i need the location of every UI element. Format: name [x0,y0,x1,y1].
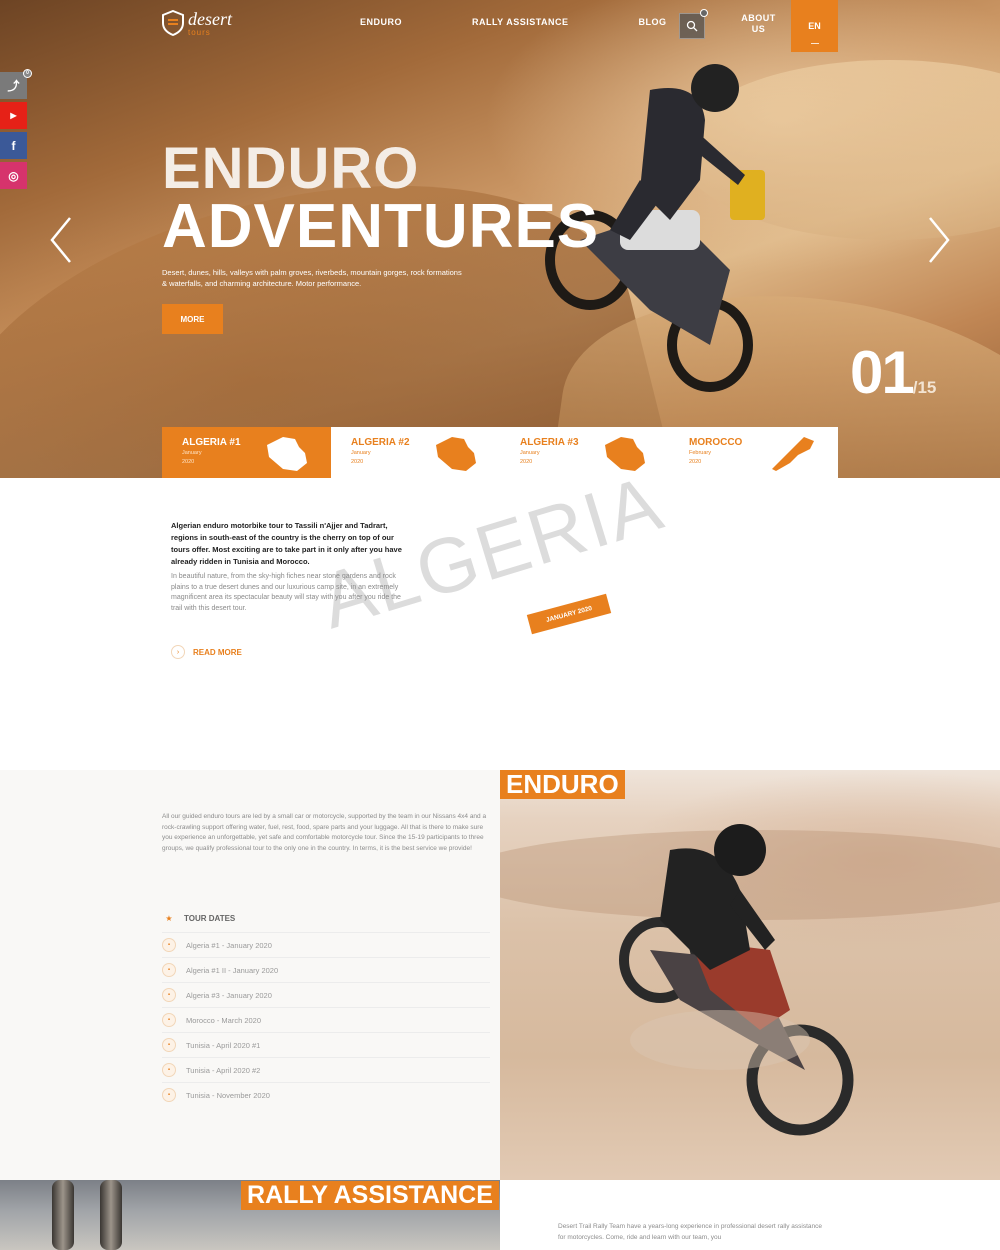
algeria-map-icon [436,437,476,471]
tour-date-text: Tunisia - April 2020 #2 [186,1065,261,1075]
enduro-section-title: ENDURO [500,770,625,799]
facebook-button[interactable]: f [0,132,27,159]
search-button[interactable] [679,9,708,39]
tour-date-item[interactable]: ▪ Algeria #1 - January 2020 [162,932,490,957]
enduro-description: All our guided enduro tours are led by a… [162,813,487,852]
calendar-icon: ▪ [162,1063,176,1077]
chevron-left-icon[interactable] [46,215,76,265]
tour-date-item[interactable]: ▪ Algeria #1 II - January 2020 [162,957,490,982]
hero-title-line1: ENDURO [162,136,420,201]
star-icon: ★ [165,913,173,923]
exhaust-pipe [100,1180,122,1250]
chevron-right-icon[interactable] [924,215,954,265]
tour-dates-label: TOUR DATES [184,913,236,923]
tour-date-text: Tunisia - November 2020 [186,1090,270,1100]
nav-item-rally-assistance[interactable]: RALLY ASSISTANCE [472,17,569,35]
site-logo[interactable]: desert tours [162,10,232,37]
search-icon [686,20,698,32]
language-selector[interactable]: EN [791,0,838,52]
tour-tabs: ALGERIA #1 January 2020 ALGERIA #2 Janua… [162,427,838,478]
instagram-icon: ◎ [8,168,19,183]
share-icon: ⤴ [7,79,20,93]
hero-description: Desert, dunes, hills, valleys with palm … [162,268,462,288]
tour-dates-heading: ★ TOUR DATES [162,908,490,928]
nav-item-enduro[interactable]: ENDURO [360,17,402,35]
tour-date-item[interactable]: ▪ Tunisia - April 2020 #1 [162,1032,490,1057]
tour-date-text: Algeria #1 II - January 2020 [186,965,279,975]
intro-body-text: In beautiful nature, from the sky-high f… [171,573,401,612]
calendar-icon: ▪ [162,1088,176,1102]
slide-counter-current: 01 [850,339,915,406]
social-sidebar: ⤴ 0 ▶ f ◎ [0,69,32,192]
exhaust-pipe [52,1180,74,1250]
rally-section-title: RALLY ASSISTANCE [241,1181,499,1210]
site-header: desert tours ENDURO RALLY ASSISTANCE BLO… [0,0,1000,52]
hero-title-line2: ADVENTURES [162,192,600,261]
nav-item-about-us[interactable]: ABOUT US [737,13,781,35]
tour-date-text: Algeria #1 - January 2020 [186,940,272,950]
calendar-icon: ▪ [162,988,176,1002]
calendar-icon: ▪ [162,963,176,977]
notification-dot [700,9,708,17]
tour-dates-list: ▪ Algeria #1 - January 2020 ▪ Algeria #1 I… [162,932,490,1107]
hero-slider: desert tours ENDURO RALLY ASSISTANCE BLO… [0,0,1000,478]
tab-morocco[interactable]: MOROCCO February 2020 [669,427,838,478]
logo-subtitle: tours [188,28,211,37]
tab-algeria-1[interactable]: ALGERIA #1 January 2020 [162,427,331,478]
share-button[interactable]: ⤴ 0 [0,69,32,99]
share-count: 0 [23,69,32,78]
facebook-icon: f [11,138,16,153]
arrow-right-icon: › [171,645,185,659]
read-more-link[interactable]: › READ MORE [171,645,242,659]
calendar-icon: ▪ [162,1038,176,1052]
hero-more-button[interactable]: MORE [162,304,223,334]
logo-wordmark: desert [188,9,232,29]
morocco-map-icon [772,437,814,471]
read-more-label: READ MORE [193,647,242,657]
main-nav: ENDURO RALLY ASSISTANCE BLOG ABOUT US [360,13,851,35]
tour-date-item[interactable]: ▪ Tunisia - April 2020 #2 [162,1057,490,1082]
tour-date-item[interactable]: ▪ Morocco - March 2020 [162,1007,490,1032]
tour-date-item[interactable]: ▪ Algeria #3 - January 2020 [162,982,490,1007]
shield-logo-icon [162,10,184,36]
algeria-map-icon [267,437,307,471]
calendar-icon: ▪ [162,1013,176,1027]
tour-date-text: Tunisia - April 2020 #1 [186,1040,261,1050]
tour-date-item[interactable]: ▪ Tunisia - November 2020 [162,1082,490,1107]
tour-date-text: Algeria #3 - January 2020 [186,990,272,1000]
tour-date-text: Morocco - March 2020 [186,1015,262,1025]
enduro-rider-image [619,824,854,1136]
rally-description: Desert Trail Rally Team have a years-lon… [558,1223,822,1241]
nav-item-blog[interactable]: BLOG [639,17,667,35]
intro-lead-text: Algerian enduro motorbike tour to Tassil… [171,521,402,566]
tab-algeria-2[interactable]: ALGERIA #2 January 2020 [331,427,500,478]
youtube-icon: ▶ [10,111,17,120]
calendar-icon: ▪ [162,938,176,952]
hero-title: ENDURO ADVENTURES [162,136,600,261]
slide-counter-total: /15 [912,378,937,397]
youtube-button[interactable]: ▶ [0,102,27,129]
slide-counter: 01/15 [850,338,936,407]
instagram-button[interactable]: ◎ [0,162,27,189]
